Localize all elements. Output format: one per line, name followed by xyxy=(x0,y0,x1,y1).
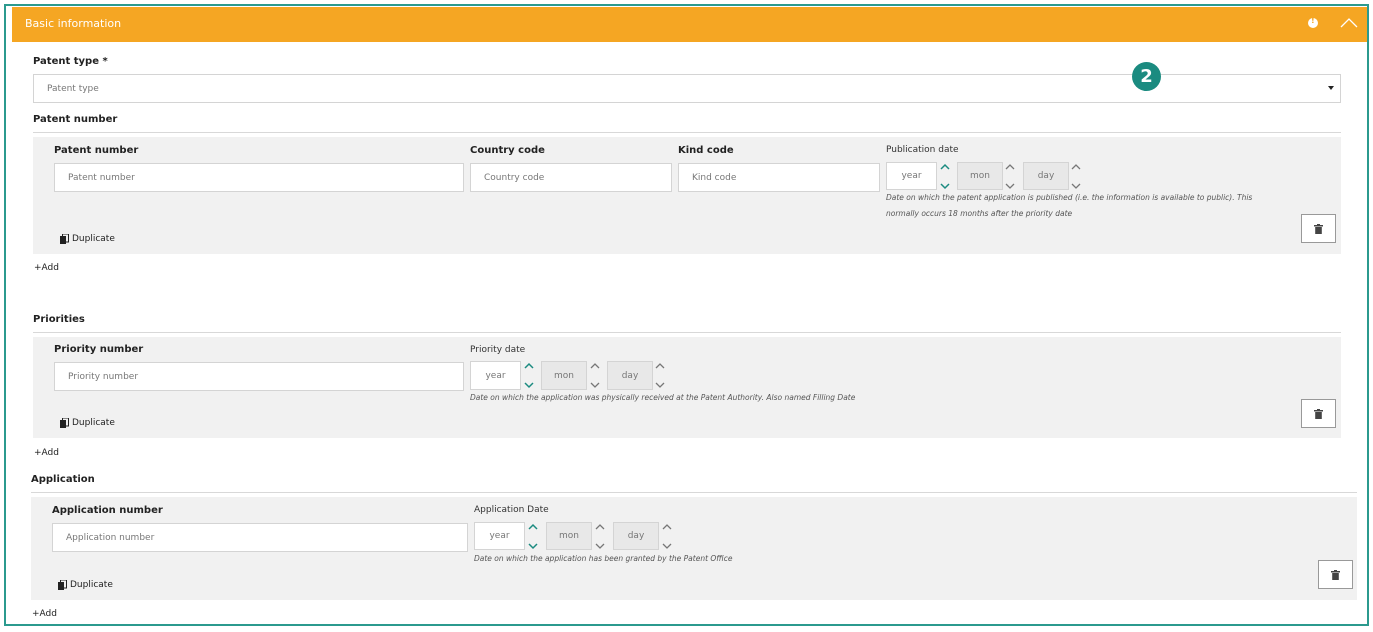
application-number-label: Application number xyxy=(52,505,163,516)
delete-button[interactable] xyxy=(1318,560,1353,589)
application-number-placeholder: Application number xyxy=(66,532,155,543)
year-stepper-icon[interactable] xyxy=(939,161,951,191)
section-title: Basic information xyxy=(25,17,122,30)
trash-icon xyxy=(1314,408,1323,419)
add-label: Add xyxy=(41,448,59,458)
publication-day-input[interactable]: day xyxy=(1023,162,1069,190)
duplicate-label: Duplicate xyxy=(72,234,115,244)
publication-mon-input[interactable]: mon xyxy=(957,162,1003,190)
mon-stepper-icon[interactable] xyxy=(589,360,601,390)
application-date-label: Application Date xyxy=(474,505,549,515)
mon-stepper-icon[interactable] xyxy=(1004,161,1016,191)
priority-date-label: Priority date xyxy=(470,345,526,355)
year-placeholder: year xyxy=(489,531,510,541)
duplicate-button[interactable]: Duplicate xyxy=(60,234,115,244)
day-placeholder: day xyxy=(1037,171,1055,181)
application-date-help: Date on which the application has been g… xyxy=(474,554,733,563)
add-label: Add xyxy=(41,263,59,273)
patent-number-label: Patent number xyxy=(54,145,139,156)
divider xyxy=(31,492,1357,493)
day-placeholder: day xyxy=(627,531,645,541)
day-placeholder: day xyxy=(621,370,639,381)
day-stepper-icon[interactable] xyxy=(654,360,666,390)
priority-number-label: Priority number xyxy=(54,344,144,355)
info-icon[interactable] xyxy=(1308,16,1318,28)
publication-date-label: Publication date xyxy=(886,145,959,155)
year-stepper-icon[interactable] xyxy=(523,360,535,390)
application-year-input[interactable]: year xyxy=(474,522,525,550)
duplicate-label: Duplicate xyxy=(72,418,115,428)
mon-placeholder: mon xyxy=(559,531,579,541)
patent-number-section-title: Patent number xyxy=(33,114,118,125)
year-stepper-icon[interactable] xyxy=(527,521,539,551)
chevron-up-icon[interactable] xyxy=(1340,16,1358,30)
duplicate-button[interactable]: Duplicate xyxy=(60,418,115,428)
copy-icon xyxy=(60,234,69,244)
application-mon-input[interactable]: mon xyxy=(546,522,592,550)
delete-button[interactable] xyxy=(1301,214,1336,243)
priorities-section-title: Priorities xyxy=(33,314,85,325)
publication-year-input[interactable]: year xyxy=(886,162,937,190)
priority-mon-input[interactable]: mon xyxy=(541,361,587,390)
publication-date-help: Date on which the patent application is … xyxy=(886,193,1253,218)
kind-code-placeholder: Kind code xyxy=(692,172,737,183)
priority-date-help: Date on which the application was physic… xyxy=(470,393,856,402)
country-code-input[interactable]: Country code xyxy=(470,163,672,192)
copy-icon xyxy=(60,418,69,428)
priority-year-input[interactable]: year xyxy=(470,361,521,390)
patent-number-input[interactable]: Patent number xyxy=(54,163,464,192)
application-day-input[interactable]: day xyxy=(613,522,659,550)
kind-code-label: Kind code xyxy=(678,145,734,156)
delete-button[interactable] xyxy=(1301,399,1336,428)
priority-number-input[interactable]: Priority number xyxy=(54,362,464,391)
mon-placeholder: mon xyxy=(554,370,574,381)
mon-stepper-icon[interactable] xyxy=(594,521,606,551)
copy-icon xyxy=(58,580,67,590)
application-section-title: Application xyxy=(31,474,95,485)
divider xyxy=(33,132,1341,133)
add-application-button[interactable]: +Add xyxy=(32,609,57,619)
country-code-placeholder: Country code xyxy=(484,172,545,183)
add-priority-button[interactable]: +Add xyxy=(34,448,59,458)
kind-code-input[interactable]: Kind code xyxy=(678,163,880,192)
patent-number-placeholder: Patent number xyxy=(68,172,135,183)
priority-number-placeholder: Priority number xyxy=(68,371,139,382)
chevron-down-icon[interactable] xyxy=(1328,86,1334,90)
day-stepper-icon[interactable] xyxy=(1070,161,1082,191)
year-placeholder: year xyxy=(485,370,506,381)
add-patent-number-button[interactable]: +Add xyxy=(34,263,59,273)
mon-placeholder: mon xyxy=(970,171,990,181)
section-header[interactable]: Basic information xyxy=(12,7,1367,42)
country-code-label: Country code xyxy=(470,145,545,156)
day-stepper-icon[interactable] xyxy=(661,521,673,551)
priority-day-input[interactable]: day xyxy=(607,361,653,390)
duplicate-button[interactable]: Duplicate xyxy=(58,580,113,590)
patent-type-placeholder: Patent type xyxy=(47,83,99,94)
year-placeholder: year xyxy=(901,171,922,181)
add-label: Add xyxy=(39,609,57,619)
divider xyxy=(33,332,1341,333)
plus-icon: + xyxy=(32,609,40,619)
plus-icon: + xyxy=(34,263,42,273)
patent-type-label: Patent type * xyxy=(33,56,108,67)
application-number-input[interactable]: Application number xyxy=(52,523,468,552)
duplicate-label: Duplicate xyxy=(70,580,113,590)
plus-icon: + xyxy=(34,448,42,458)
trash-icon xyxy=(1314,223,1323,234)
step-badge: 2 xyxy=(1132,62,1161,91)
trash-icon xyxy=(1331,569,1340,580)
